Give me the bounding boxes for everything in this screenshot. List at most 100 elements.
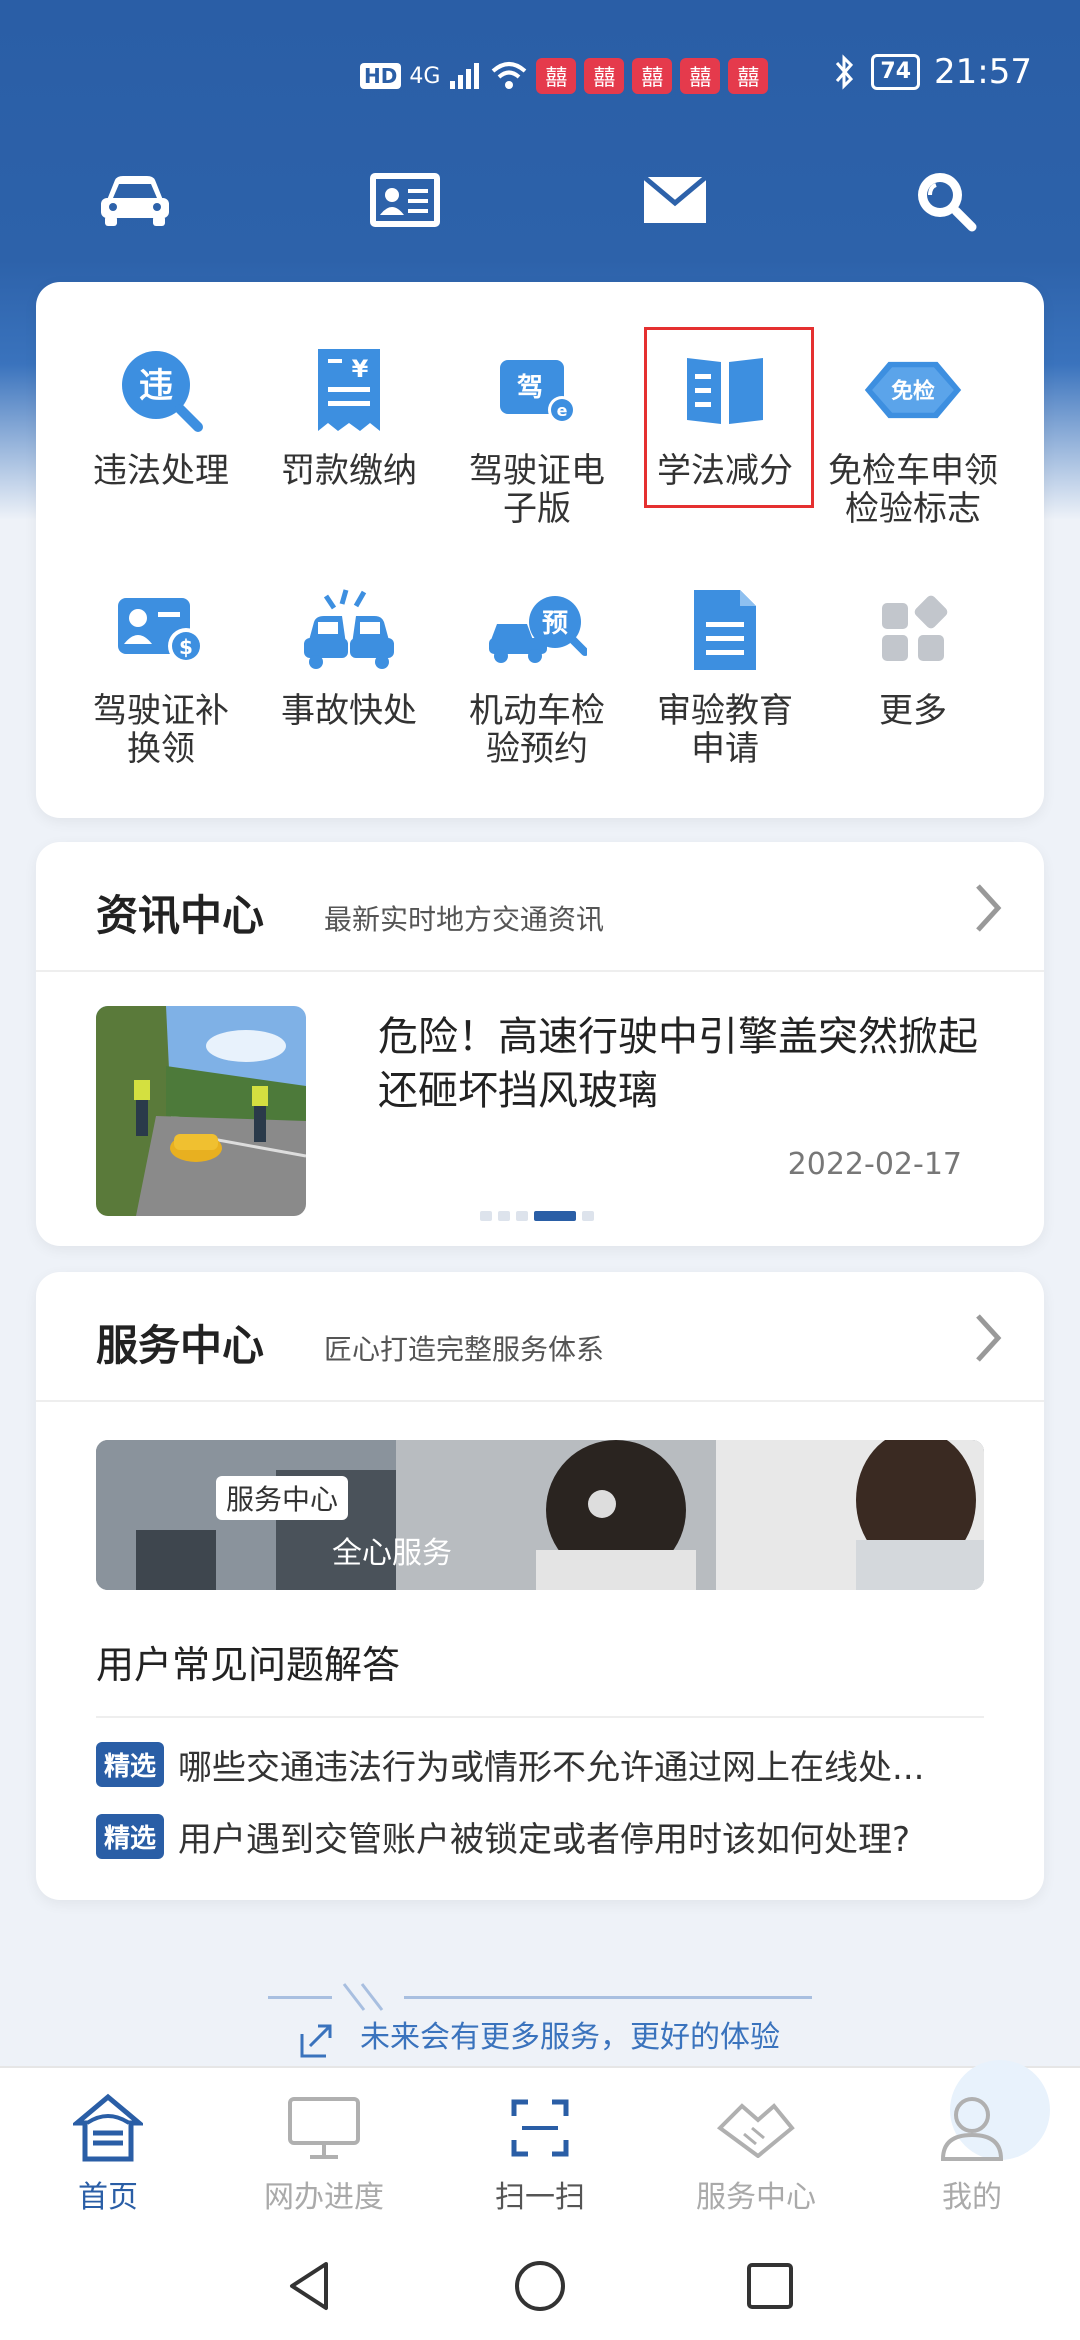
status-right: 74 21:57 (833, 52, 1032, 92)
top-nav (0, 160, 1080, 250)
exempt-inspection-icon: 免检 (863, 340, 963, 440)
carousel-dot (582, 1211, 594, 1221)
quick-services-card: 违 违法处理 ¥ 罚款缴纳 驾e 驾驶证电 子版 学法减分 免检 免检车申领 检验标… (36, 282, 1044, 818)
tab-label: 我的 (942, 2180, 1002, 2215)
featured-badge: 精选 (96, 1814, 165, 1859)
inspection-appointment-icon: 预 (487, 580, 587, 680)
grid-item-accident[interactable]: 事故快处 (254, 580, 444, 730)
home-circle-icon[interactable] (510, 2256, 570, 2316)
service-center-card: 服务中心 匠心打造完整服务体系 服务中心 全心服务 用户常见问题解答 精选 哪些… (36, 1272, 1044, 1900)
wifi-icon (492, 62, 527, 89)
selection-highlight-box (644, 327, 814, 508)
grid-item-exempt-inspection[interactable]: 免检 免检车申领 检验标志 (818, 340, 1008, 528)
grid-item-more[interactable]: 更多 (818, 580, 1008, 730)
accident-icon (299, 580, 399, 680)
notification-icon: 囍 (584, 58, 625, 94)
carousel-dot-active (534, 1211, 576, 1221)
tab-scan[interactable]: 扫一扫 (460, 2060, 1050, 2216)
grid-item-license-replace[interactable]: $ 驾驶证补 换领 (66, 580, 256, 768)
hd-badge: HD (360, 63, 402, 89)
footer-promo-text: 未来会有更多服务，更好的体验 (360, 2020, 780, 2055)
tab-service-center[interactable]: 服务中心 (676, 2090, 836, 2216)
grid-item-label: 审验教育 申请 (657, 691, 793, 769)
news-center-card: 资讯中心 最新实时地方交通资讯 危险！高速行驶中引擎盖突然掀起还砸坏挡风玻璃 2… (36, 842, 1044, 1246)
svg-text:e: e (557, 401, 568, 420)
grid-item-inspection-appointment[interactable]: 预 机动车检 验预约 (442, 580, 632, 768)
back-icon[interactable] (280, 2256, 340, 2316)
carousel-dot (480, 1211, 492, 1221)
carousel-dot (498, 1211, 510, 1221)
grid-item-label: 违法处理 (93, 451, 229, 491)
grid-item-label: 驾驶证电 子版 (469, 451, 605, 529)
svg-text:驾: 驾 (517, 373, 543, 403)
news-center-header[interactable]: 资讯中心 最新实时地方交通资讯 (36, 842, 1044, 972)
tab-label: 网办进度 (264, 2180, 384, 2215)
chevron-right-icon (976, 1314, 1002, 1362)
svg-text:$: $ (179, 635, 193, 659)
home-icon (68, 2090, 148, 2166)
notification-icon: 囍 (728, 58, 769, 94)
status-bar: HD 4G 囍 囍 囍 囍 囍 74 21:57 (0, 52, 1080, 108)
section-subtitle: 匠心打造完整服务体系 (324, 1333, 605, 1366)
banner-text: 全心服务 (332, 1536, 452, 1571)
document-icon (675, 580, 775, 680)
violation-icon: 违 (111, 340, 211, 440)
news-date: 2022-02-17 (787, 1147, 962, 1182)
tab-profile[interactable]: 我的 (892, 2090, 1052, 2216)
svg-text:免检: 免检 (891, 378, 935, 404)
grid-item-violation[interactable]: 违 违法处理 (66, 340, 256, 490)
monitor-icon (284, 2090, 364, 2166)
cell-signal-icon (450, 63, 480, 89)
tab-label: 首页 (78, 2180, 138, 2215)
faq-question: 哪些交通违法行为或情形不允许通过网上在线处... (178, 1748, 925, 1788)
signal-label: 4G (409, 63, 441, 89)
footer-promo: 未来会有更多服务，更好的体验 (0, 1980, 1080, 2060)
svg-text:预: 预 (542, 609, 568, 639)
grid-item-audit-education[interactable]: 审验教育 申请 (630, 580, 820, 768)
section-title: 资讯中心 (96, 891, 265, 940)
system-nav-bar (0, 2226, 1080, 2340)
news-headline[interactable]: 危险！高速行驶中引擎盖突然掀起还砸坏挡风玻璃 (378, 1010, 978, 1118)
notification-icon: 囍 (632, 58, 673, 94)
user-icon (932, 2090, 1012, 2166)
grid-item-label: 免检车申领 检验标志 (828, 451, 998, 529)
banner-tag: 服务中心 (216, 1476, 349, 1520)
bottom-nav: 首页 网办进度 扫一扫 服务中心 我的 (0, 2060, 1080, 2226)
grid-item-e-license[interactable]: 驾e 驾驶证电 子版 (442, 340, 632, 528)
news-thumbnail[interactable] (96, 1006, 306, 1216)
section-subtitle: 最新实时地方交通资讯 (324, 903, 605, 936)
scan-icon (500, 2090, 580, 2166)
e-license-icon: 驾e (487, 340, 587, 440)
grid-item-label: 罚款缴纳 (281, 451, 417, 491)
divider (404, 1996, 812, 1999)
faq-question: 用户遇到交管账户被锁定或者停用时该如何处理? (178, 1820, 911, 1860)
more-grid-icon (863, 580, 963, 680)
carousel-dot (516, 1211, 528, 1221)
svg-text:违: 违 (139, 366, 173, 406)
notification-icon: 囍 (680, 58, 721, 94)
faq-item[interactable]: 精选 用户遇到交管账户被锁定或者停用时该如何处理? (96, 1812, 996, 1861)
recents-icon[interactable] (740, 2256, 800, 2316)
svg-text:¥: ¥ (352, 355, 369, 383)
chevron-right-icon (976, 884, 1002, 932)
tab-progress[interactable]: 网办进度 (244, 2090, 404, 2216)
grid-item-label: 机动车检 验预约 (469, 691, 605, 769)
search-icon[interactable] (900, 160, 990, 240)
handshake-icon (716, 2090, 796, 2166)
service-center-header[interactable]: 服务中心 匠心打造完整服务体系 (36, 1272, 1044, 1402)
mail-icon[interactable] (630, 160, 720, 240)
battery-indicator: 74 (871, 54, 921, 90)
faq-title[interactable]: 用户常见问题解答 (96, 1634, 400, 1689)
clock: 21:57 (934, 52, 1032, 92)
service-banner[interactable]: 服务中心 全心服务 (96, 1440, 984, 1590)
tab-home[interactable]: 首页 (28, 2090, 188, 2216)
tab-label: 扫一扫 (495, 2180, 585, 2215)
car-icon[interactable] (90, 160, 180, 240)
fine-bill-icon: ¥ (299, 340, 399, 440)
id-card-icon[interactable] (360, 160, 450, 240)
grid-item-fine-payment[interactable]: ¥ 罚款缴纳 (254, 340, 444, 490)
faq-item[interactable]: 精选 哪些交通违法行为或情形不允许通过网上在线处... (96, 1740, 996, 1789)
slash-decoration-icon (342, 1983, 384, 2011)
share-arrow-icon (300, 2024, 332, 2058)
grid-item-label: 驾驶证补 换领 (93, 691, 229, 769)
